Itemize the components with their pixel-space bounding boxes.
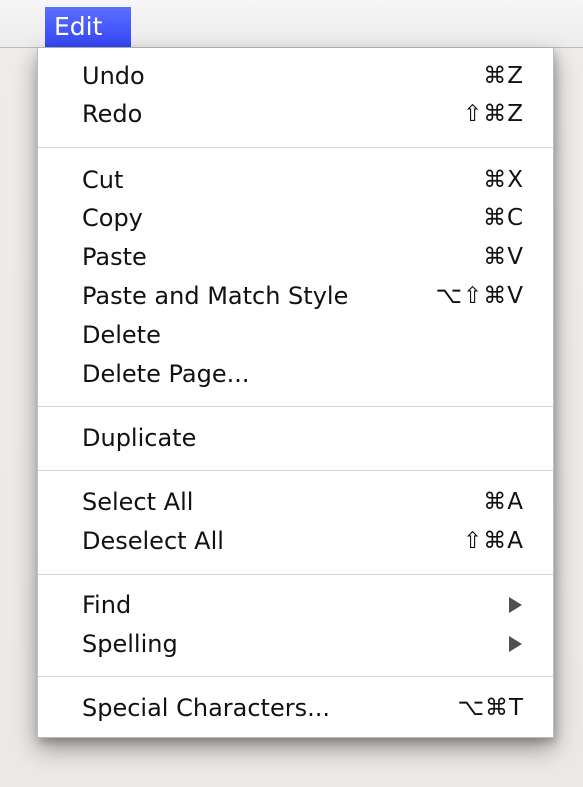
menu-item-label: Undo — [82, 62, 145, 90]
menu-item-label: Find — [82, 591, 132, 619]
keyboard-shortcut: ⇧⌘A — [462, 528, 524, 554]
menu-item-label: Delete — [82, 321, 161, 349]
keyboard-shortcut: ⌘V — [483, 244, 524, 270]
menu-item-delete-page[interactable]: Delete Page... — [82, 355, 524, 393]
menu-item-label: Delete Page... — [82, 360, 250, 388]
keyboard-shortcut: ⌘A — [483, 489, 524, 515]
menu-item-paste[interactable]: Paste ⌘V — [82, 238, 524, 276]
menu-item-label: Special Characters... — [82, 694, 330, 722]
menu-item-special-characters[interactable]: Special Characters... ⌥⌘T — [82, 689, 524, 727]
menu-item-label: Paste and Match Style — [82, 282, 349, 310]
triangle-right-icon — [509, 597, 522, 613]
menu-item-duplicate[interactable]: Duplicate — [82, 419, 524, 457]
menu-bar: Edit — [0, 0, 583, 48]
keyboard-shortcut: ⌘C — [482, 205, 524, 231]
keyboard-shortcut: ⌥⌘T — [457, 695, 524, 721]
menu-item-spelling[interactable]: Spelling — [82, 625, 524, 663]
menu-item-redo[interactable]: Redo ⇧⌘Z — [82, 95, 524, 133]
menu-item-label: Paste — [82, 243, 147, 271]
menu-item-find[interactable]: Find — [82, 586, 524, 624]
menu-separator — [38, 574, 553, 575]
menu-item-label: Duplicate — [82, 424, 197, 452]
keyboard-shortcut: ⌘Z — [483, 63, 524, 89]
menu-item-delete[interactable]: Delete — [82, 316, 524, 354]
menu-item-label: Deselect All — [82, 527, 224, 555]
menu-item-paste-and-match-style[interactable]: Paste and Match Style ⌥⇧⌘V — [82, 277, 524, 315]
menu-item-label: Cut — [82, 166, 124, 194]
keyboard-shortcut: ⇧⌘Z — [462, 101, 524, 127]
keyboard-shortcut: ⌘X — [483, 167, 524, 193]
menu-separator — [38, 470, 553, 471]
menu-item-copy[interactable]: Copy ⌘C — [82, 199, 524, 237]
menu-separator — [38, 406, 553, 407]
keyboard-shortcut: ⌥⇧⌘V — [435, 283, 524, 309]
menu-item-label: Select All — [82, 488, 194, 516]
triangle-right-icon — [509, 636, 522, 652]
menu-item-deselect-all[interactable]: Deselect All ⇧⌘A — [82, 522, 524, 560]
menu-separator — [38, 147, 553, 148]
menu-item-label: Copy — [82, 204, 143, 232]
edit-menu-title[interactable]: Edit — [45, 7, 131, 47]
menu-item-cut[interactable]: Cut ⌘X — [82, 161, 524, 199]
menu-item-select-all[interactable]: Select All ⌘A — [82, 483, 524, 521]
menu-item-label: Spelling — [82, 630, 178, 658]
edit-menu: Undo ⌘Z Redo ⇧⌘Z Cut ⌘X Copy ⌘C Paste ⌘V… — [37, 48, 554, 738]
menu-item-undo[interactable]: Undo ⌘Z — [82, 57, 524, 95]
menu-item-label: Redo — [82, 100, 143, 128]
menu-separator — [38, 676, 553, 677]
